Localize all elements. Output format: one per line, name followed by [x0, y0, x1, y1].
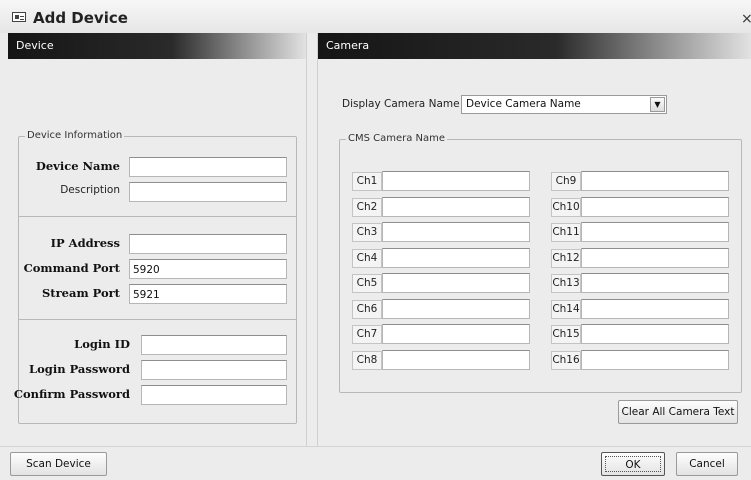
- camera-panel-header: Camera: [318, 33, 751, 59]
- ok-button[interactable]: OK: [601, 452, 665, 476]
- channel-label: Ch15: [551, 325, 581, 344]
- channel-input[interactable]: [382, 299, 530, 319]
- channel-label: Ch5: [352, 274, 382, 293]
- ip-address-label: IP Address: [50, 236, 120, 250]
- cms-camera-name-group: CMS Camera Name Ch1 Ch2 Ch3 Ch4 Ch5 Ch6 Ch7 Ch8…: [339, 133, 742, 393]
- channel-input[interactable]: [581, 222, 729, 242]
- channel-input[interactable]: [581, 171, 729, 191]
- description-label: Description: [60, 184, 120, 196]
- divider: [19, 216, 296, 217]
- channel-input[interactable]: [581, 273, 729, 293]
- channel-input[interactable]: [382, 273, 530, 293]
- ip-address-input[interactable]: [129, 234, 287, 254]
- channel-input[interactable]: [382, 197, 530, 217]
- login-id-label: Login ID: [74, 337, 130, 351]
- channel-label: Ch14: [551, 300, 581, 319]
- channel-label: Ch4: [352, 249, 382, 268]
- channel-label: Ch1: [352, 172, 382, 191]
- channel-label: Ch16: [551, 351, 581, 370]
- device-information-group: Device Information Device Name Descripti…: [14, 130, 297, 424]
- clear-all-camera-text-button[interactable]: Clear All Camera Text: [618, 400, 738, 424]
- channel-label: Ch11: [551, 223, 581, 242]
- scan-device-button[interactable]: Scan Device: [10, 452, 107, 476]
- command-port-label: Command Port: [23, 261, 120, 275]
- device-panel: Device Device Information Device Name De…: [8, 33, 307, 446]
- channel-input[interactable]: [382, 324, 530, 344]
- channel-input[interactable]: [382, 171, 530, 191]
- device-name-label: Device Name: [35, 159, 120, 173]
- camera-panel: Camera Display Camera Name By Device Cam…: [317, 33, 751, 446]
- channel-label: Ch9: [551, 172, 581, 191]
- cms-camera-name-legend: CMS Camera Name: [346, 133, 448, 144]
- channel-input[interactable]: [581, 299, 729, 319]
- channel-input[interactable]: [581, 197, 729, 217]
- title-bar: Add Device ×: [0, 0, 751, 33]
- window-title: Add Device: [33, 9, 128, 27]
- stream-port-label: Stream Port: [42, 286, 120, 300]
- confirm-password-input[interactable]: [141, 385, 287, 405]
- device-information-legend: Device Information: [25, 130, 125, 141]
- channel-input[interactable]: [581, 324, 729, 344]
- channel-label: Ch12: [551, 249, 581, 268]
- ok-button-label: OK: [605, 456, 661, 472]
- channel-label: Ch10: [551, 198, 581, 217]
- divider: [19, 319, 296, 320]
- channel-input[interactable]: [581, 248, 729, 268]
- cancel-button[interactable]: Cancel: [676, 452, 738, 476]
- close-icon[interactable]: ×: [741, 11, 751, 27]
- confirm-password-label: Confirm Password: [13, 387, 130, 401]
- display-camera-name-select[interactable]: Device Camera Name ▼: [461, 95, 667, 114]
- description-input[interactable]: [129, 182, 287, 202]
- channel-input[interactable]: [382, 248, 530, 268]
- device-panel-header: Device: [8, 33, 306, 59]
- login-password-input[interactable]: [141, 360, 287, 380]
- channel-label: Ch13: [551, 274, 581, 293]
- chevron-down-icon[interactable]: ▼: [650, 97, 665, 112]
- channel-input[interactable]: [382, 222, 530, 242]
- device-icon: [12, 12, 26, 22]
- channel-input[interactable]: [382, 350, 530, 370]
- footer-bar: Scan Device OK Cancel: [0, 446, 751, 480]
- stream-port-input[interactable]: 5921: [129, 284, 287, 304]
- channel-label: Ch7: [352, 325, 382, 344]
- login-id-input[interactable]: [141, 335, 287, 355]
- display-camera-name-value: Device Camera Name: [466, 98, 581, 110]
- channel-label: Ch2: [352, 198, 382, 217]
- channel-label: Ch6: [352, 300, 382, 319]
- channel-input[interactable]: [581, 350, 729, 370]
- login-password-label: Login Password: [29, 362, 130, 376]
- display-camera-name-label: Display Camera Name By: [342, 98, 477, 110]
- channel-label: Ch8: [352, 351, 382, 370]
- command-port-input[interactable]: 5920: [129, 259, 287, 279]
- device-name-input[interactable]: [129, 157, 287, 177]
- channel-label: Ch3: [352, 223, 382, 242]
